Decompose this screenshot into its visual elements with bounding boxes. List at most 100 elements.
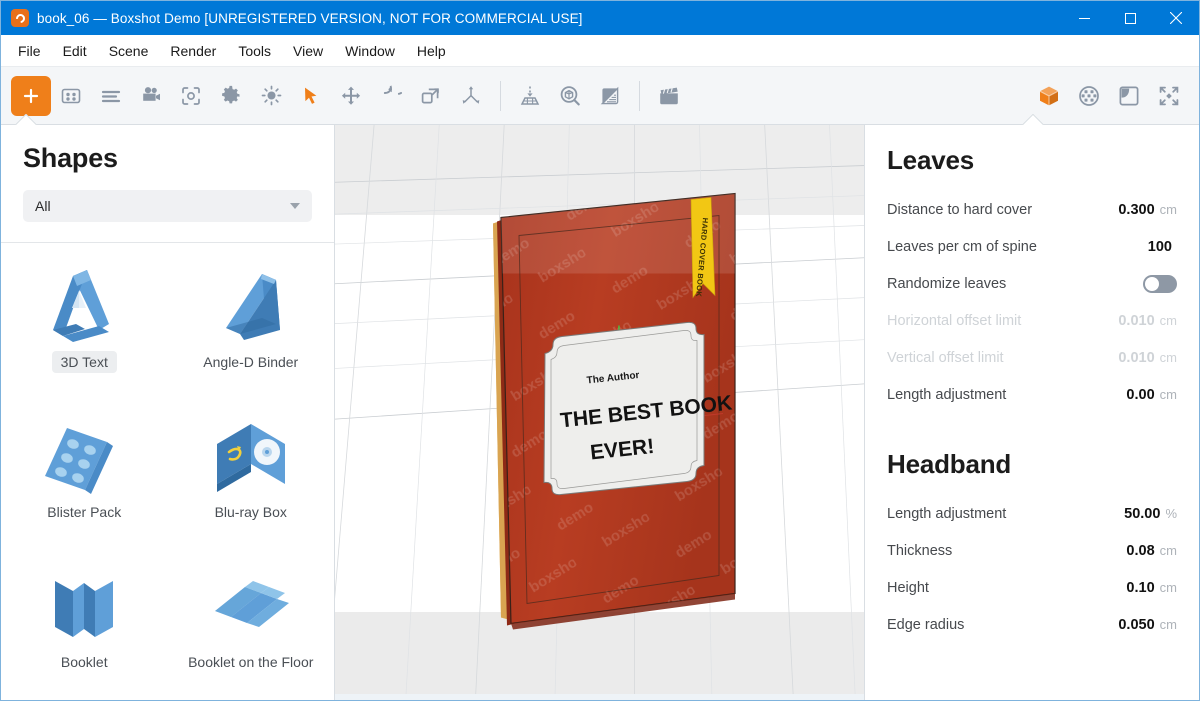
- menu-help[interactable]: Help: [406, 39, 457, 63]
- prop-randomize-leaves[interactable]: Randomize leaves: [887, 268, 1177, 300]
- shape-item-blu-ray-box[interactable]: Blu-ray Box: [168, 405, 335, 551]
- prop-headband-height[interactable]: Height 0.10 cm: [887, 572, 1177, 604]
- prop-headband-thickness[interactable]: Thickness 0.08 cm: [887, 535, 1177, 567]
- materials-button[interactable]: [51, 76, 91, 116]
- shape-item-blister-pack[interactable]: Blister Pack: [1, 405, 168, 551]
- close-button[interactable]: [1153, 1, 1199, 35]
- drop-to-grid-icon: [518, 84, 542, 108]
- gear-icon: [220, 84, 243, 107]
- shape-item-booklet-on-the-floor[interactable]: Booklet on the Floor: [168, 555, 335, 700]
- menu-file[interactable]: File: [7, 39, 52, 63]
- select-tool-button[interactable]: [291, 76, 331, 116]
- shapes-panel-button[interactable]: [1029, 76, 1069, 116]
- main-toolbar: [1, 67, 1199, 125]
- distribute-tool-button[interactable]: [451, 76, 491, 116]
- layers-button[interactable]: [91, 76, 131, 116]
- spread-arrows-icon: [460, 85, 482, 107]
- toolbar-notch-right: [1022, 114, 1044, 125]
- checker-sphere-icon: [1077, 84, 1101, 108]
- minimize-button[interactable]: [1061, 1, 1107, 35]
- add-shape-button[interactable]: [11, 76, 51, 116]
- chevron-down-icon: [290, 203, 300, 209]
- prop-label: Horizontal offset limit: [887, 313, 1021, 329]
- menu-edit[interactable]: Edit: [52, 39, 98, 63]
- shape-label-blu-ray-box: Blu-ray Box: [206, 501, 296, 523]
- light-button[interactable]: [251, 76, 291, 116]
- drop-to-floor-button[interactable]: [510, 76, 550, 116]
- camera-button[interactable]: [131, 76, 171, 116]
- zoom-to-object-button[interactable]: [550, 76, 590, 116]
- randomize-leaves-toggle[interactable]: [1143, 275, 1177, 293]
- prop-leaves-per-cm-of-spine[interactable]: Leaves per cm of spine 100: [887, 231, 1177, 263]
- rotate-tool-button[interactable]: [371, 76, 411, 116]
- fullscreen-button[interactable]: [1149, 76, 1189, 116]
- prop-headband-edge-radius[interactable]: Edge radius 0.050 cm: [887, 609, 1177, 641]
- settings-button[interactable]: [211, 76, 251, 116]
- prop-distance-to-hard-cover[interactable]: Distance to hard cover 0.300 cm: [887, 194, 1177, 226]
- main-content: Shapes All: [1, 125, 1199, 700]
- prop-value: 0.00: [1126, 387, 1154, 403]
- booklet-floor-3d-icon: [172, 565, 331, 651]
- prop-label: Thickness: [887, 543, 952, 559]
- movie-camera-icon: [140, 84, 163, 107]
- boxshot-logo-icon: [11, 9, 29, 27]
- prop-label: Length adjustment: [887, 387, 1006, 403]
- shape-label-blister-pack: Blister Pack: [38, 501, 130, 523]
- bevel-ramp-icon: [598, 84, 622, 108]
- cursor-arrow-icon: [300, 85, 322, 107]
- bluray-3d-icon: [172, 415, 331, 501]
- menu-scene[interactable]: Scene: [98, 39, 160, 63]
- toolbar-separator: [500, 81, 501, 111]
- menu-window[interactable]: Window: [334, 39, 406, 63]
- shapes-filter-select[interactable]: All: [23, 190, 312, 222]
- prop-label: Length adjustment: [887, 506, 1006, 522]
- animation-button[interactable]: [649, 76, 689, 116]
- expand-arrows-icon: [1157, 84, 1181, 108]
- bevel-button[interactable]: [590, 76, 630, 116]
- prop-value: 0.010: [1118, 350, 1154, 366]
- prop-unit: cm: [1160, 580, 1177, 595]
- scale-corner-icon: [420, 85, 442, 107]
- prop-label: Edge radius: [887, 617, 964, 633]
- prop-headband-length-adjustment[interactable]: Length adjustment 50.00 %: [887, 498, 1177, 530]
- section-title-leaves: Leaves: [887, 145, 1177, 176]
- section-title-headband: Headband: [887, 449, 1177, 480]
- shape-item-3d-text[interactable]: 3D Text: [1, 255, 168, 401]
- menu-tools[interactable]: Tools: [227, 39, 282, 63]
- materials-panel-button[interactable]: [1069, 76, 1109, 116]
- prop-horizontal-offset-limit: Horizontal offset limit 0.010 cm: [887, 305, 1177, 337]
- shapes-list[interactable]: 3D Text Angle: [1, 243, 334, 700]
- clapperboard-icon: [657, 84, 681, 108]
- shapes-title: Shapes: [23, 143, 312, 174]
- toolbar-notch-left: [15, 114, 37, 125]
- scale-tool-button[interactable]: [411, 76, 451, 116]
- toolbar-separator: [639, 81, 640, 111]
- menu-view[interactable]: View: [282, 39, 334, 63]
- prop-leaves-length-adjustment[interactable]: Length adjustment 0.00 cm: [887, 379, 1177, 411]
- letter-a-3d-icon: [5, 265, 164, 351]
- move-arrows-icon: [340, 85, 362, 107]
- shape-item-booklet[interactable]: Booklet: [1, 555, 168, 700]
- maximize-button[interactable]: [1107, 1, 1153, 35]
- backdrop-button[interactable]: [1109, 76, 1149, 116]
- focus-target-icon: [180, 85, 202, 107]
- shape-item-angle-d-binder[interactable]: Angle-D Binder: [168, 255, 335, 401]
- prop-label: Randomize leaves: [887, 276, 1006, 292]
- prop-unit: cm: [1160, 543, 1177, 558]
- lines-icon: [100, 85, 122, 107]
- app-window: book_06 — Boxshot Demo [UNREGISTERED VER…: [0, 0, 1200, 701]
- window-controls: [1061, 1, 1199, 35]
- menu-render[interactable]: Render: [159, 39, 227, 63]
- shape-label-3d-text: 3D Text: [52, 351, 117, 373]
- prop-value: 0.08: [1126, 543, 1154, 559]
- shapes-filter-wrap: All: [1, 174, 334, 242]
- prop-label: Leaves per cm of spine: [887, 239, 1037, 255]
- light-bulb-icon: [260, 84, 283, 107]
- prop-value: 0.300: [1118, 202, 1154, 218]
- orange-cube-icon: [1035, 82, 1063, 110]
- focus-button[interactable]: [171, 76, 211, 116]
- rotate-arrow-icon: [380, 85, 402, 107]
- scene-viewport[interactable]: demo boxshot: [335, 125, 864, 700]
- book-3d-object[interactable]: demo boxshot: [435, 175, 765, 650]
- move-tool-button[interactable]: [331, 76, 371, 116]
